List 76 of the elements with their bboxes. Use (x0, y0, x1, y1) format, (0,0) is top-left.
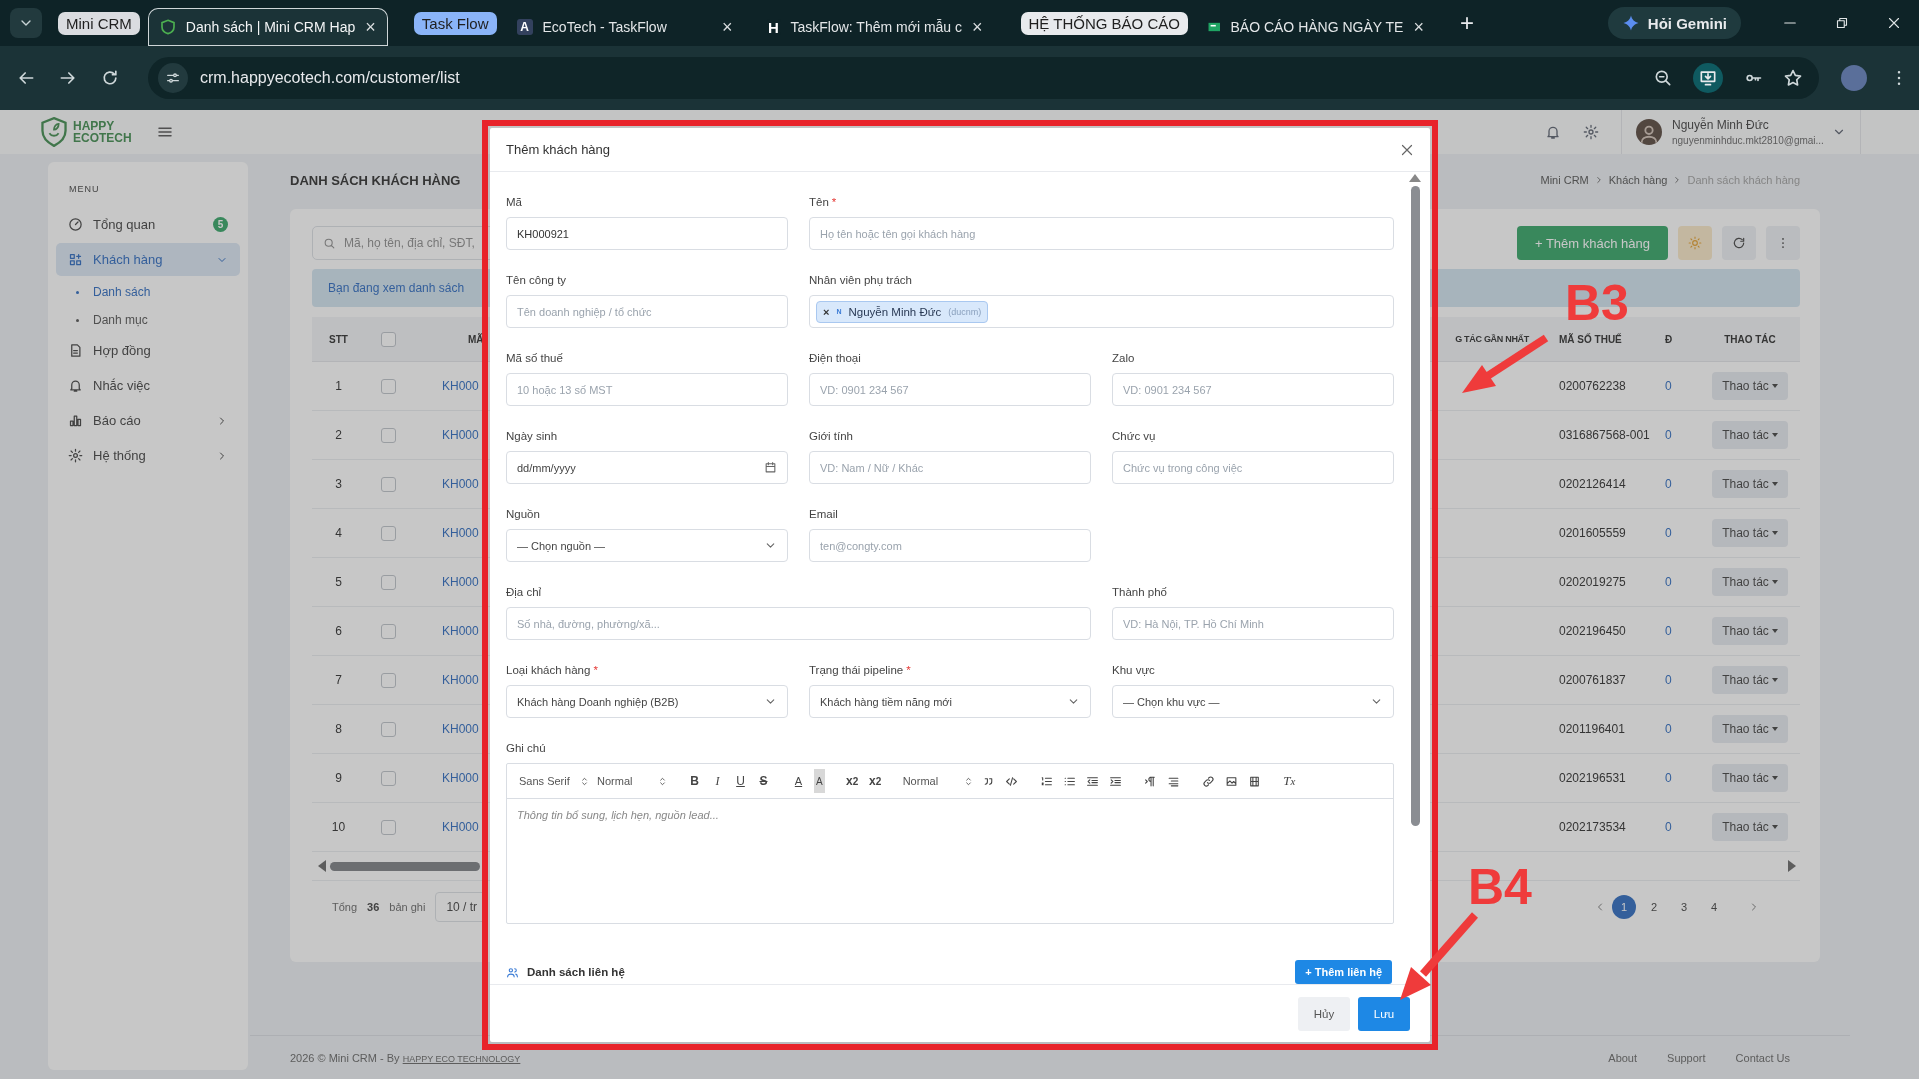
table-cell: 2 (335, 428, 342, 442)
table-cell: 0202173534 (1559, 820, 1626, 834)
table-cell: 0 (1665, 575, 1672, 589)
field-label: Tên (809, 196, 829, 208)
tag-name: Nguyễn Minh Đức (848, 305, 942, 318)
table-cell: 3 (335, 477, 342, 491)
table-cell: 5 (335, 575, 342, 589)
field-label: Nguồn (506, 508, 540, 520)
logo-text: ECOTECH (73, 132, 132, 144)
field-label: Thành phố (1112, 586, 1167, 598)
table-cell: 9 (335, 771, 342, 785)
table-cell: 6 (335, 624, 342, 638)
column-header: THAO TÁC (1724, 333, 1776, 345)
required-mark: * (906, 664, 911, 676)
column-header: Đ (1665, 333, 1673, 345)
table-cell: 0200762238 (1559, 379, 1626, 393)
field-label: Địa chỉ (506, 586, 542, 598)
column-header: MÃ (468, 333, 484, 345)
field-label: Mã số thuế (506, 352, 563, 364)
field-label: Loại khách hàng (506, 664, 591, 676)
field-label: Điện thoại (809, 352, 861, 364)
table-cell: 0 (1665, 673, 1672, 687)
breadcrumb-item: Danh sách khách hàng (1687, 174, 1800, 186)
field-label: Mã (506, 196, 522, 208)
field-label: Trạng thái pipeline (809, 664, 904, 676)
table-cell: 4 (335, 526, 342, 540)
field-label: Chức vụ (1112, 430, 1156, 442)
annotation-label: B4 (1468, 862, 1532, 912)
table-cell: 0201196401 (1559, 722, 1625, 736)
total-label: Tổng (332, 900, 358, 913)
table-cell: 0202126414 (1559, 477, 1626, 491)
tag-username: (ducnm) (948, 306, 982, 317)
required-mark: * (831, 196, 837, 208)
user-name: Nguyễn Minh Đức (1672, 118, 1770, 132)
table-cell: 0202196450 (1559, 624, 1626, 638)
menu-heading: MENU (69, 184, 101, 194)
table-cell: 0 (1665, 477, 1672, 491)
table-cell: 0202196531 (1559, 771, 1626, 785)
table-cell: 10 (331, 820, 346, 834)
column-header: G TÁC GẦN NHẤT (1455, 334, 1529, 344)
required-mark: * (593, 664, 598, 676)
table-cell: 0316867568-001 (1559, 428, 1650, 442)
field-label: Ngày sinh (506, 430, 558, 442)
column-header: STT (329, 333, 348, 345)
table-cell: 0 (1665, 428, 1672, 442)
table-cell: 0 (1665, 624, 1672, 638)
page-title: DANH SÁCH KHÁCH HÀNG (290, 172, 461, 188)
table-cell: 0202019275 (1559, 575, 1626, 589)
user-email: nguyenminhduc.mkt2810@gmai... (1672, 135, 1822, 146)
table-cell: 7 (335, 673, 342, 687)
field-label: Email (809, 508, 838, 520)
total-count: 36 (367, 900, 380, 913)
field-label: Ghi chú (506, 742, 546, 754)
field-label: Giới tính (809, 430, 853, 442)
favicon-letter: A (516, 19, 533, 35)
table-cell: 0 (1665, 771, 1672, 785)
dialog-title: Thêm khách hàng (506, 142, 611, 157)
count-badge: 5 (213, 217, 228, 232)
field-label: Khu vực (1112, 664, 1155, 676)
field-label: Tên công ty (506, 274, 567, 286)
section-title: Danh sách liên hệ (527, 966, 625, 978)
records-label: bản ghi (389, 900, 426, 913)
table-cell: 0 (1665, 526, 1672, 540)
table-cell: 0201605559 (1559, 526, 1626, 540)
field-label: Zalo (1112, 352, 1135, 364)
column-header: MÃ SỐ THUẾ (1559, 333, 1622, 345)
annotation-label: B3 (1565, 278, 1629, 328)
field-label: Nhân viên phụ trách (809, 274, 912, 286)
table-cell: 1 (335, 379, 342, 393)
table-cell: 8 (335, 722, 342, 736)
table-cell: 0 (1665, 379, 1672, 393)
copyright-text: 2026 © Mini CRM - By HAPPY ECO TECHNOLOGY (290, 1051, 521, 1064)
logo-text: HAPPY (73, 120, 116, 132)
table-cell: 0 (1665, 722, 1672, 736)
table-cell: 0 (1665, 820, 1672, 834)
table-cell: 0200761837 (1559, 673, 1626, 687)
